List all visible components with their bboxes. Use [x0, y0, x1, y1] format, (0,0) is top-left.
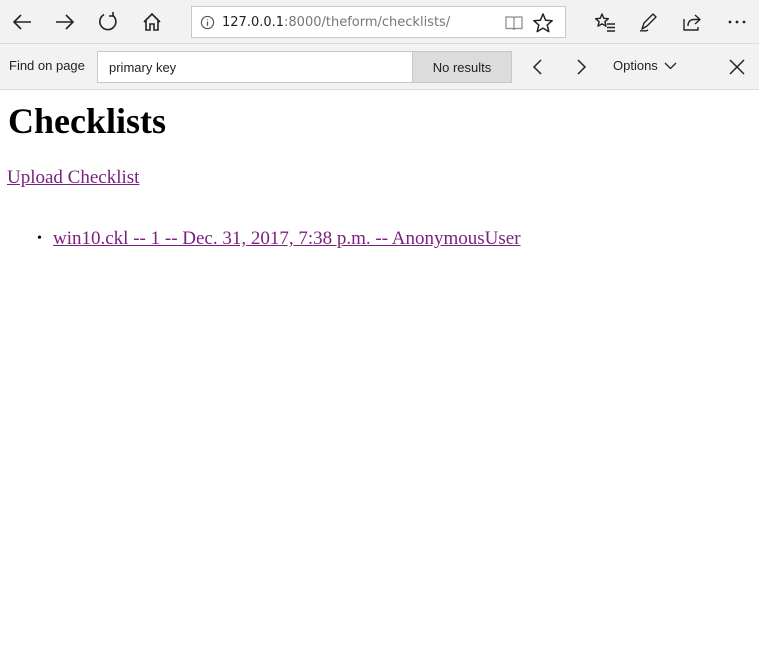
checklist-link[interactable]: win10.ckl -- 1 -- Dec. 31, 2017, 7:38 p.… [53, 228, 521, 250]
favorite-star-icon[interactable] [531, 11, 555, 35]
find-bar: Find on page primary key No results Opti… [0, 44, 759, 90]
find-result-count: No results [412, 51, 512, 83]
chevron-left-icon [532, 59, 542, 75]
refresh-icon [99, 12, 117, 31]
chevron-right-icon [577, 59, 587, 75]
share-icon [683, 14, 701, 31]
info-icon[interactable] [192, 15, 222, 30]
chevron-down-icon [664, 62, 677, 69]
home-button[interactable] [130, 0, 174, 44]
more-button[interactable] [715, 0, 759, 44]
bullet-icon: • [37, 231, 42, 246]
upload-checklist-link[interactable]: Upload Checklist [7, 167, 139, 189]
notes-button[interactable] [627, 0, 671, 44]
find-next-button[interactable] [563, 49, 599, 85]
find-close-button[interactable] [719, 49, 755, 85]
back-button[interactable] [0, 0, 44, 44]
reading-view-icon[interactable] [503, 12, 525, 34]
page-title: Checklists [8, 101, 167, 141]
browser-toolbar: 127.0.0.1:8000/theform/checklists/ [0, 0, 759, 44]
find-input[interactable]: primary key [97, 51, 413, 83]
forward-button[interactable] [43, 0, 87, 44]
home-icon [143, 12, 161, 31]
back-icon [12, 14, 31, 30]
close-icon [729, 59, 745, 75]
forward-icon [56, 14, 75, 30]
address-bar[interactable]: 127.0.0.1:8000/theform/checklists/ [191, 6, 566, 38]
favorites-hub-icon [594, 13, 615, 32]
find-label: Find on page [9, 58, 85, 73]
address-url: 127.0.0.1:8000/theform/checklists/ [222, 14, 451, 30]
find-previous-button[interactable] [520, 49, 556, 85]
find-options-label: Options [613, 58, 658, 73]
page-content: Checklists Upload Checklist • win10.ckl … [0, 90, 759, 651]
checklist-list: • win10.ckl -- 1 -- Dec. 31, 2017, 7:38 … [37, 228, 521, 250]
list-item: • win10.ckl -- 1 -- Dec. 31, 2017, 7:38 … [37, 228, 521, 250]
share-button[interactable] [670, 0, 714, 44]
refresh-button[interactable] [86, 0, 130, 44]
more-icon [728, 20, 746, 24]
find-query: primary key [109, 59, 177, 75]
favorites-hub-button[interactable] [583, 0, 627, 44]
pen-icon [639, 13, 657, 32]
find-options-dropdown[interactable]: Options [613, 58, 677, 73]
